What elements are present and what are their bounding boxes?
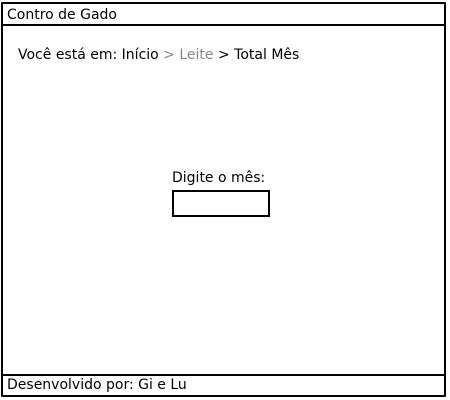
breadcrumb-item-leite[interactable]: Leite <box>179 47 213 63</box>
title-bar: Contro de Gado <box>3 4 444 26</box>
month-label: Digite o mês: <box>172 170 266 186</box>
footer-credits: Desenvolvido por: Gi e Lu <box>7 377 187 393</box>
breadcrumb-separator: > <box>158 47 180 63</box>
app-title: Contro de Gado <box>7 7 117 23</box>
breadcrumb-item-total-mes: Total Mês <box>234 47 300 63</box>
breadcrumb: Você está em: Início > Leite > Total Mês <box>18 46 299 64</box>
app-window: Contro de Gado Você está em: Início > Le… <box>1 2 446 397</box>
breadcrumb-item-inicio[interactable]: Início <box>122 47 159 63</box>
breadcrumb-prefix: Você está em: <box>18 47 122 63</box>
footer: Desenvolvido por: Gi e Lu <box>3 374 444 395</box>
month-input[interactable] <box>172 190 270 217</box>
breadcrumb-separator: > <box>213 47 235 63</box>
